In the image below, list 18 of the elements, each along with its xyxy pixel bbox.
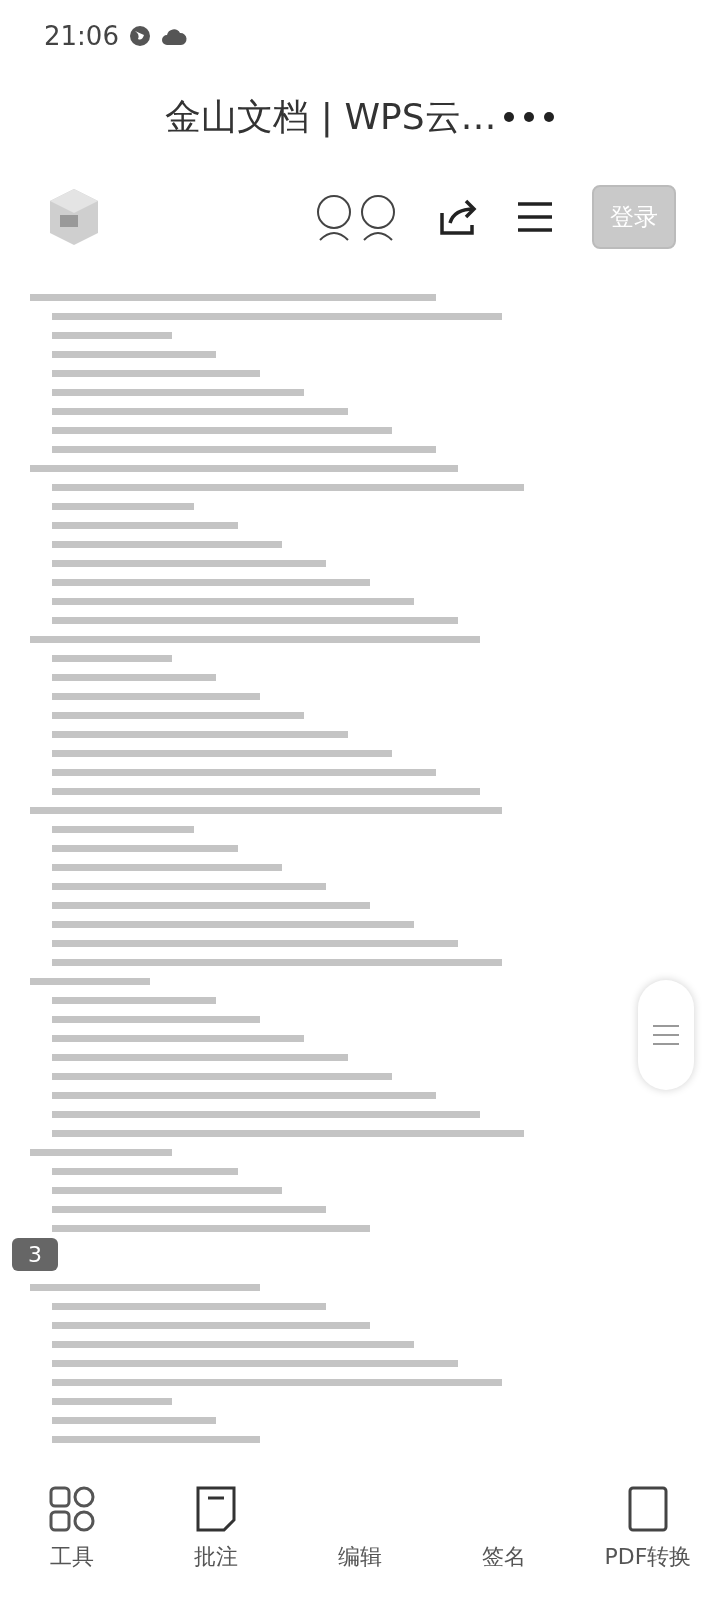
- globe-icon: [128, 25, 151, 47]
- menu-icon: [653, 1024, 679, 1046]
- note-icon: [196, 1486, 236, 1532]
- nav-tab[interactable]: PDF转换: [583, 1476, 713, 1600]
- nav-tab[interactable]: 批注: [151, 1476, 281, 1600]
- more-icon[interactable]: [502, 111, 555, 123]
- nav-tab[interactable]: 工具: [7, 1476, 137, 1600]
- scroll-handle[interactable]: [638, 980, 694, 1090]
- status-time: 21:06: [44, 21, 119, 51]
- window-title: 金山文档 | WPS云…: [165, 94, 497, 140]
- document-icon: [628, 1486, 668, 1532]
- cloud-icon: [160, 26, 187, 46]
- share-icon[interactable]: [438, 197, 478, 237]
- nav-tab[interactable]: 编辑: [295, 1476, 425, 1600]
- page-number-badge: 3: [12, 1238, 58, 1271]
- menu-icon[interactable]: [516, 201, 554, 233]
- grid-icon: [49, 1486, 95, 1532]
- nav-tab[interactable]: 签名: [439, 1476, 569, 1600]
